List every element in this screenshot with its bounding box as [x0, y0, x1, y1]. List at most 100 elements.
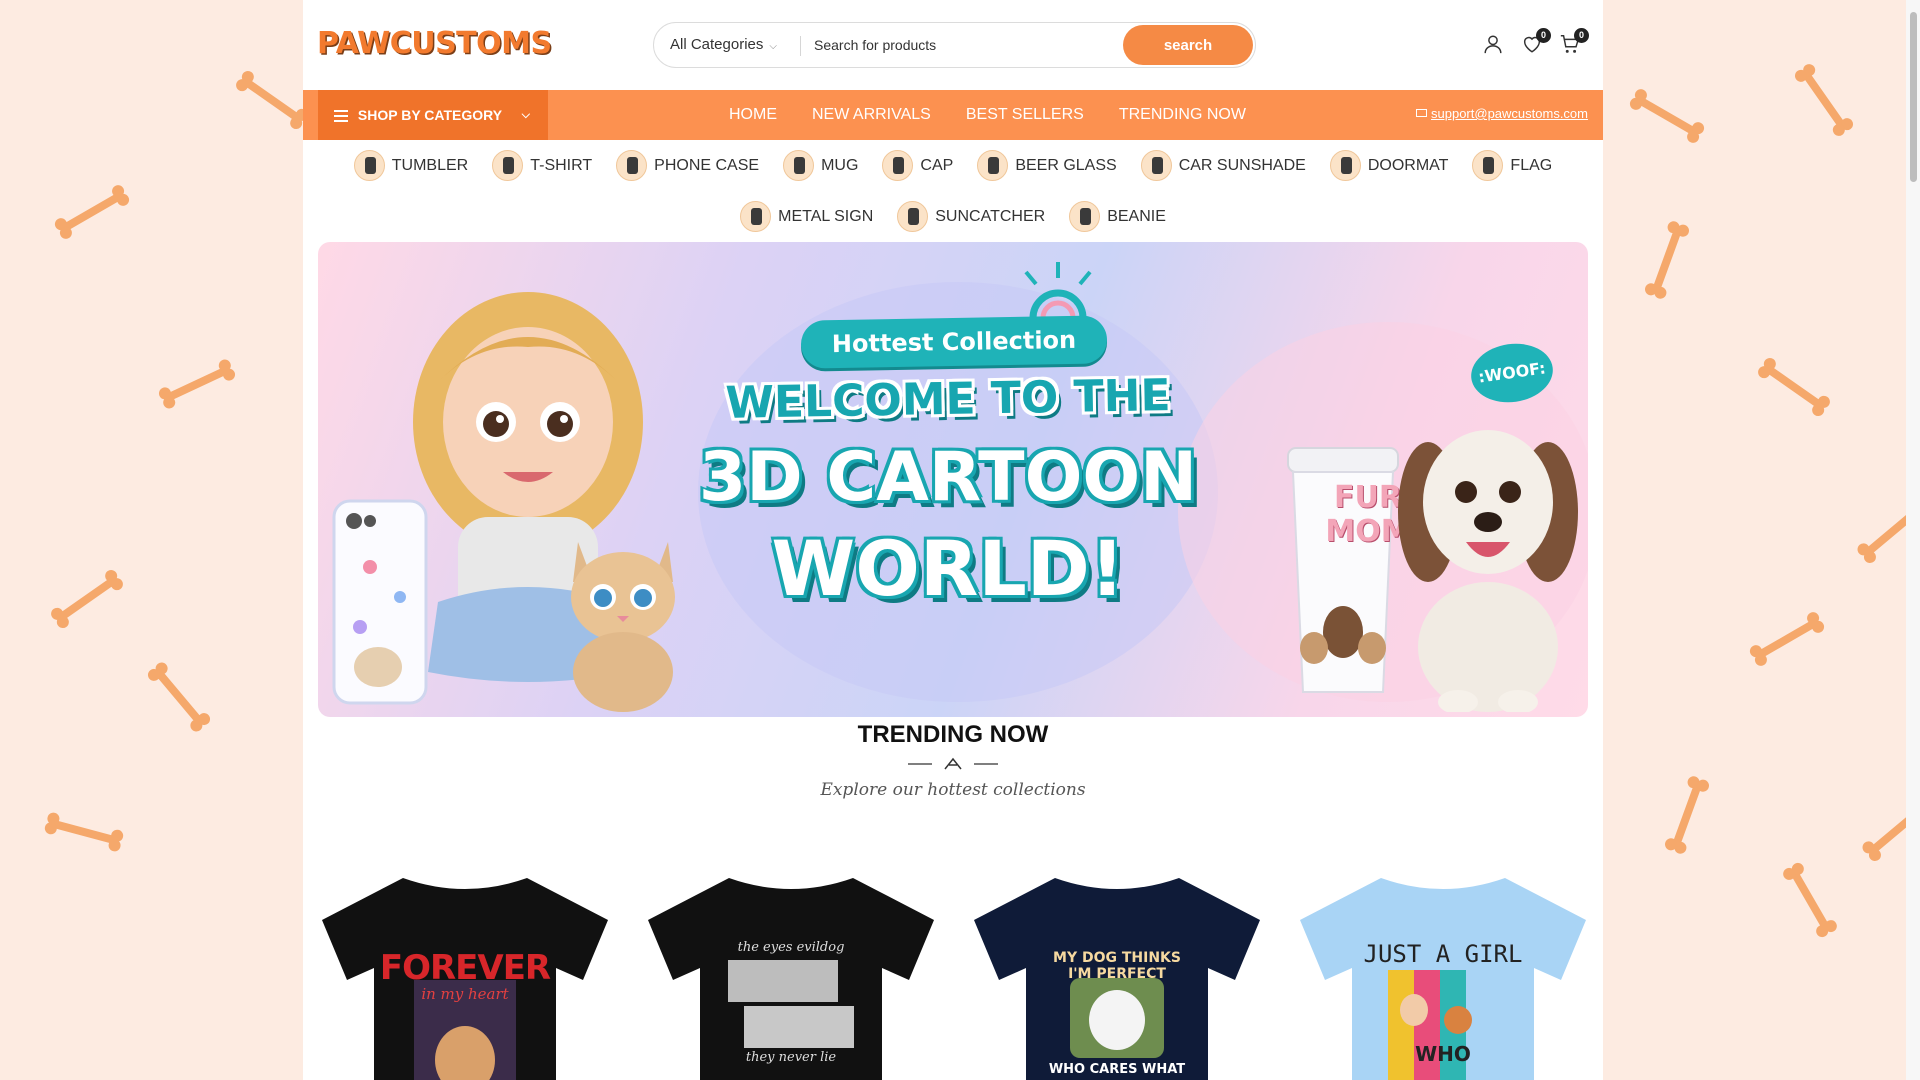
bone-icon: [1745, 608, 1830, 671]
category-label: TUMBLER: [391, 156, 469, 174]
site-logo[interactable]: PAWCUSTOMS: [317, 26, 552, 61]
account-button[interactable]: [1482, 33, 1504, 55]
cart-count-badge: 0: [1574, 28, 1589, 43]
search-divider: [800, 36, 801, 56]
t-shirt-image: [648, 878, 934, 1080]
category-label: FLAG: [1510, 156, 1553, 174]
product-card[interactable]: the eyes evildog they never lie: [644, 870, 938, 1080]
site-header: PAWCUSTOMS All Categories ⌵ search 0 0: [303, 0, 1603, 90]
category-mug[interactable]: MUG: [783, 150, 858, 181]
page-container: PAWCUSTOMS All Categories ⌵ search 0 0 SH…: [303, 0, 1603, 1080]
cart-button[interactable]: 0: [1559, 28, 1589, 55]
category-label: DOORMAT: [1367, 156, 1449, 174]
bone-icon: [143, 657, 215, 737]
bone-icon: [231, 66, 314, 134]
shirt-print-text: FOREVER: [379, 948, 551, 988]
banner-headline-line3: WORLD!: [771, 524, 1125, 613]
bone-icon: [1753, 353, 1836, 421]
category-label: MUG: [821, 156, 859, 174]
flag-thumbnail: [1472, 150, 1504, 181]
category-beer-glass[interactable]: BEER GLASS: [977, 150, 1117, 181]
category-phone-case[interactable]: PHONE CASE: [616, 150, 759, 181]
bone-icon: [1790, 59, 1858, 142]
section-subtitle: Explore our hottest collections: [820, 780, 1086, 800]
shirt-print-text: the eyes evildog: [737, 940, 845, 955]
banner-headline-line2: 3D CARTOON: [698, 438, 1198, 517]
beer-glass-thumbnail: [977, 150, 1009, 181]
shirt-print-subtext: WHO: [1415, 1042, 1471, 1066]
category-label: CAR SUNSHADE: [1178, 156, 1306, 174]
category-doormat[interactable]: DOORMAT: [1329, 150, 1449, 181]
product-card[interactable]: MY DOG THINKS I'M PERFECT WHO CARES WHAT: [970, 870, 1264, 1080]
t-shirt-thumbnail: [492, 150, 524, 181]
cartoon-dog-illustration: [1388, 392, 1588, 712]
chevron-down-icon: ⌵: [521, 109, 530, 121]
category-label: BEANIE: [1107, 207, 1166, 225]
category-beanie[interactable]: BEANIE: [1069, 201, 1166, 232]
category-select-label: All Categories: [670, 36, 764, 53]
bone-icon: [154, 355, 240, 412]
product-card[interactable]: FOREVER in my heart: [318, 870, 612, 1080]
bone-icon: [1661, 771, 1712, 858]
bone-icon: [40, 810, 127, 855]
cap-thumbnail: [882, 150, 914, 181]
shop-by-category-button[interactable]: SHOP BY CATEGORY ⌵: [318, 90, 548, 140]
bone-icon: [1779, 858, 1842, 943]
bone-icon: [1625, 85, 1710, 148]
page-scrollbar[interactable]: [1906, 0, 1920, 1080]
mug-thumbnail: [783, 150, 815, 181]
category-suncatcher[interactable]: SUNCATCHER: [897, 201, 1045, 232]
suncatcher-thumbnail: [897, 201, 929, 232]
nav-menu: HOME NEW ARRIVALS BEST SELLERS TRENDING …: [729, 90, 1246, 140]
category-row: METAL SIGN SUNCATCHER BEANIE: [303, 191, 1603, 242]
category-t-shirt[interactable]: T-SHIRT: [492, 150, 592, 181]
search-button[interactable]: search: [1123, 25, 1253, 65]
main-nav: SHOP BY CATEGORY ⌵ HOME NEW ARRIVALS BES…: [303, 90, 1603, 140]
metal-sign-thumbnail: [740, 201, 772, 232]
shirt-print-subtext: in my heart: [421, 985, 509, 1003]
search-input[interactable]: [814, 29, 1084, 61]
paw-divider-icon: [908, 757, 998, 770]
menu-icon: [334, 107, 348, 125]
category-cap[interactable]: CAP: [882, 150, 953, 181]
category-row: TUMBLER T-SHIRT PHONE CASE MUG CAP BEER …: [303, 140, 1603, 191]
nav-item-new-arrivals[interactable]: NEW ARRIVALS: [812, 90, 931, 140]
beanie-thumbnail: [1069, 201, 1101, 232]
user-icon: [1484, 35, 1502, 54]
car-sunshade-thumbnail: [1140, 150, 1172, 181]
category-label: CAP: [920, 156, 954, 174]
category-select[interactable]: All Categories ⌵: [670, 23, 777, 67]
product-grid: FOREVER in my heart the eyes evildog the…: [318, 870, 1588, 1080]
doormat-thumbnail: [1329, 150, 1361, 181]
hottest-collection-tag: Hottest Collection: [800, 315, 1108, 369]
category-flag[interactable]: FLAG: [1472, 150, 1552, 181]
support-email-link[interactable]: support@pawcustoms.com: [1416, 106, 1588, 121]
category-label: T-SHIRT: [530, 156, 593, 174]
category-label: METAL SIGN: [778, 207, 874, 225]
category-label: BEER GLASS: [1015, 156, 1117, 174]
phone-case-illustration: [330, 497, 430, 707]
tumbler-thumbnail: [353, 150, 385, 181]
search-bar: All Categories ⌵ search: [653, 22, 1256, 68]
category-car-sunshade[interactable]: CAR SUNSHADE: [1140, 150, 1306, 181]
shirt-print-text: MY DOG THINKS I'M PERFECT: [1053, 950, 1181, 982]
nav-item-trending-now[interactable]: TRENDING NOW: [1119, 90, 1246, 140]
sun-rays-decoration: [1008, 260, 1108, 320]
nav-item-best-sellers[interactable]: BEST SELLERS: [966, 90, 1084, 140]
category-label: PHONE CASE: [654, 156, 760, 174]
category-tumbler[interactable]: TUMBLER: [353, 150, 469, 181]
wishlist-count-badge: 0: [1536, 28, 1551, 43]
nav-item-home[interactable]: HOME: [729, 90, 777, 140]
bone-icon: [46, 565, 129, 633]
bone-icon: [1641, 216, 1692, 303]
scrollbar-thumb[interactable]: [1910, 12, 1917, 182]
shop-by-category-label: SHOP BY CATEGORY: [357, 107, 503, 123]
shirt-print-text: JUST A GIRL: [1363, 940, 1523, 968]
hero-banner[interactable]: FUR MOM :WOOF: Hottest Collection WELCOM…: [318, 242, 1588, 717]
shirt-print-subtext: they never lie: [745, 1050, 837, 1065]
category-metal-sign[interactable]: METAL SIGN: [740, 201, 873, 232]
product-card[interactable]: JUST A GIRL WHO: [1296, 870, 1590, 1080]
phone-case-thumbnail: [616, 150, 648, 181]
wishlist-button[interactable]: 0: [1521, 28, 1551, 55]
support-email-text: support@pawcustoms.com: [1431, 106, 1588, 121]
